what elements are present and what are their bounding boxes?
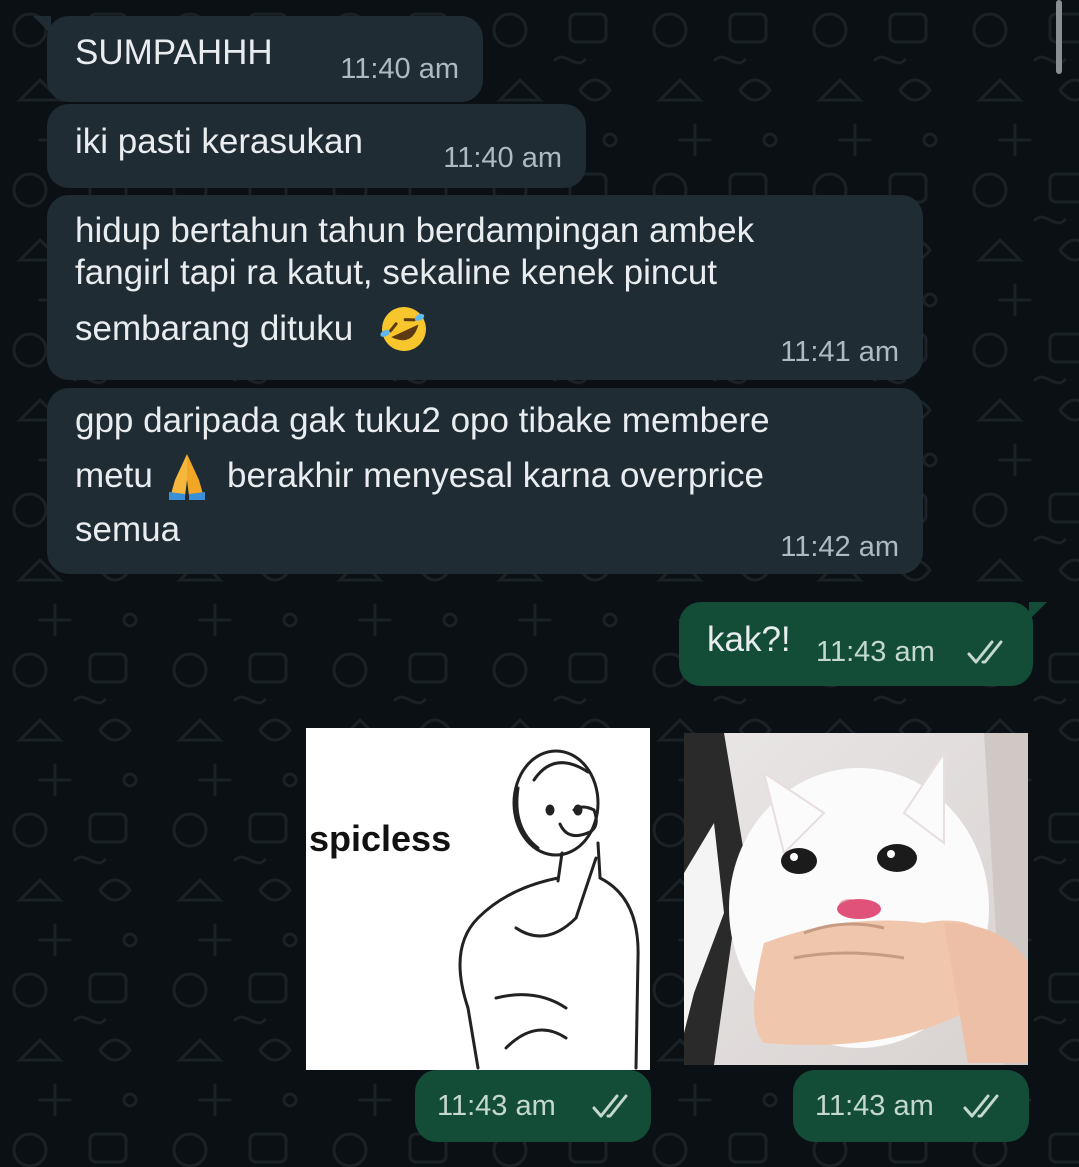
bubble-tail	[1029, 602, 1047, 620]
message-text: semua	[75, 510, 181, 549]
message-text: SUMPAHHH	[75, 33, 273, 72]
cat-image[interactable]	[684, 733, 1028, 1065]
message-time: 11:40 am	[443, 142, 562, 174]
message-time: 11:43 am	[815, 1090, 934, 1122]
message-time: 11:43 am	[437, 1090, 556, 1122]
scrollbar[interactable]	[1056, 0, 1062, 74]
sticker-image[interactable]: spicless	[306, 728, 650, 1070]
read-receipt-icon	[967, 640, 1003, 664]
rolling-on-floor-laughing-emoji	[380, 307, 426, 351]
message-incoming[interactable]: gpp daripada gak tuku2 opo tibake member…	[47, 388, 923, 574]
message-incoming[interactable]: hidup bertahun tahun berdampingan ambek …	[47, 195, 923, 380]
message-meta-outgoing[interactable]: 11:43 am	[415, 1070, 651, 1142]
message-time: 11:41 am	[780, 336, 899, 368]
message-incoming[interactable]: SUMPAHHH 11:40 am	[33, 16, 483, 102]
message-outgoing[interactable]: kak?! 11:43 am	[679, 602, 1047, 686]
read-receipt-icon	[592, 1094, 628, 1118]
sticker-caption: spicless	[309, 818, 452, 859]
read-receipt-icon	[963, 1094, 999, 1118]
bubble-tail	[33, 16, 51, 34]
message-text: gpp daripada gak tuku2 opo tibake member…	[75, 401, 770, 440]
message-text: berakhir menyesal karna overprice	[227, 456, 764, 495]
message-time: 11:43 am	[816, 636, 935, 668]
message-incoming[interactable]: iki pasti kerasukan 11:40 am	[47, 104, 586, 188]
message-text: metu	[75, 456, 153, 495]
folded-hands-emoji	[169, 454, 205, 500]
message-text: sembarang dituku	[75, 309, 354, 348]
message-text: kak?!	[707, 620, 791, 659]
message-time: 11:40 am	[340, 53, 459, 85]
message-text: iki pasti kerasukan	[75, 122, 363, 161]
message-time: 11:42 am	[780, 531, 899, 563]
message-text: fangirl tapi ra katut, sekaline kenek pi…	[75, 253, 718, 292]
message-meta-outgoing[interactable]: 11:43 am	[793, 1070, 1029, 1142]
thinking-man-drawing	[458, 749, 640, 1070]
crying-cat-picture	[684, 733, 1028, 1065]
